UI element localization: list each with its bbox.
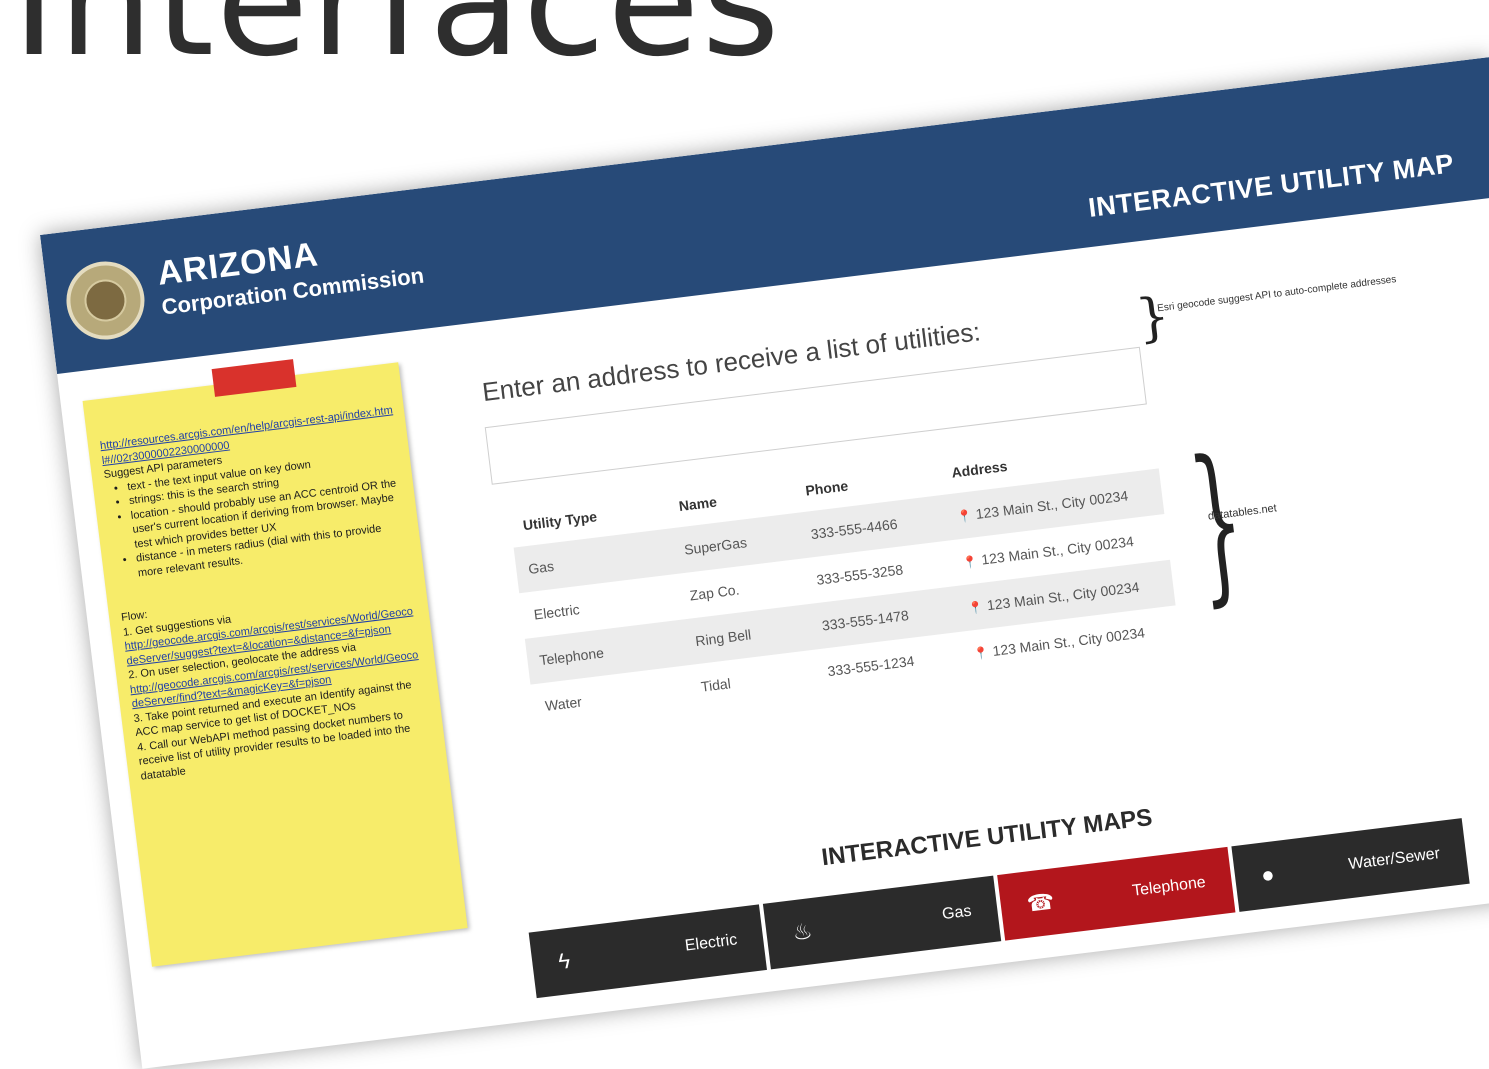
map-pin-icon: 📍 — [961, 554, 979, 570]
cell-phone: 333-555-1478 — [821, 607, 910, 634]
tile-label: Telephone — [1131, 873, 1207, 900]
note-text: http://resources.arcgis.com/en/help/arcg… — [99, 403, 435, 783]
tape — [211, 359, 297, 397]
app-mockup: ARIZONA Corporation Commission INTERACTI… — [40, 57, 1489, 1069]
geocode-annotation: Esri geocode suggest API to auto-complet… — [1156, 274, 1397, 315]
brace-icon: } — [1132, 286, 1174, 350]
sticky-note: http://resources.arcgis.com/en/help/arcg… — [82, 359, 468, 967]
cell-name: Zap Co. — [688, 581, 741, 604]
address-text: 123 Main St., City 00234 — [980, 533, 1135, 568]
phone-icon: ☎ — [1025, 888, 1056, 917]
cell-phone: 333-555-4466 — [809, 515, 899, 543]
cell-name: SuperGas — [683, 534, 748, 558]
lightning-icon: ϟ — [556, 947, 572, 975]
slide-headline: Interfaces — [12, 0, 782, 90]
header-bar: ARIZONA Corporation Commission INTERACTI… — [40, 57, 1489, 374]
water-sewer-map-button[interactable]: ● Water/Sewer — [1231, 818, 1470, 912]
app-title: INTERACTIVE UTILITY MAP — [1086, 148, 1456, 223]
brace-icon: } — [1181, 421, 1255, 624]
electric-map-button[interactable]: ϟ Electric — [528, 904, 767, 999]
address-text: 123 Main St., City 00234 — [991, 624, 1146, 659]
utility-table: Utility Type Name Phone Address Gas Supe… — [509, 427, 1182, 731]
tile-label: Water/Sewer — [1347, 845, 1441, 874]
cell-address: 📍 123 Main St., City 00234 — [973, 620, 1180, 661]
telephone-map-button[interactable]: ☎ Telephone — [997, 846, 1236, 941]
gas-map-button[interactable]: ♨ Gas — [762, 875, 1002, 970]
tile-label: Electric — [683, 931, 739, 955]
cell-phone: 333-555-1234 — [826, 652, 916, 680]
address-text: 123 Main St., City 00234 — [974, 487, 1129, 522]
tile-label: Gas — [941, 902, 973, 924]
map-pin-icon: 📍 — [956, 508, 973, 525]
cell-type: Gas — [527, 557, 555, 577]
cell-name: Ring Bell — [694, 626, 753, 650]
cell-type: Telephone — [538, 644, 605, 669]
col-header[interactable]: Name — [678, 483, 807, 515]
cell-phone: 333-555-3258 — [815, 561, 904, 588]
cell-type: Electric — [532, 601, 581, 623]
map-pin-icon: 📍 — [967, 599, 985, 616]
flame-icon: ♨ — [791, 918, 814, 946]
water-drop-icon: ● — [1259, 861, 1276, 888]
col-header[interactable]: Phone — [805, 465, 953, 498]
cell-name: Tidal — [700, 675, 732, 695]
seal-center — [82, 277, 129, 324]
cell-type: Water — [544, 693, 583, 714]
map-pin-icon: 📍 — [973, 645, 990, 662]
address-text: 123 Main St., City 00234 — [986, 578, 1141, 614]
state-seal-logo — [62, 257, 149, 344]
